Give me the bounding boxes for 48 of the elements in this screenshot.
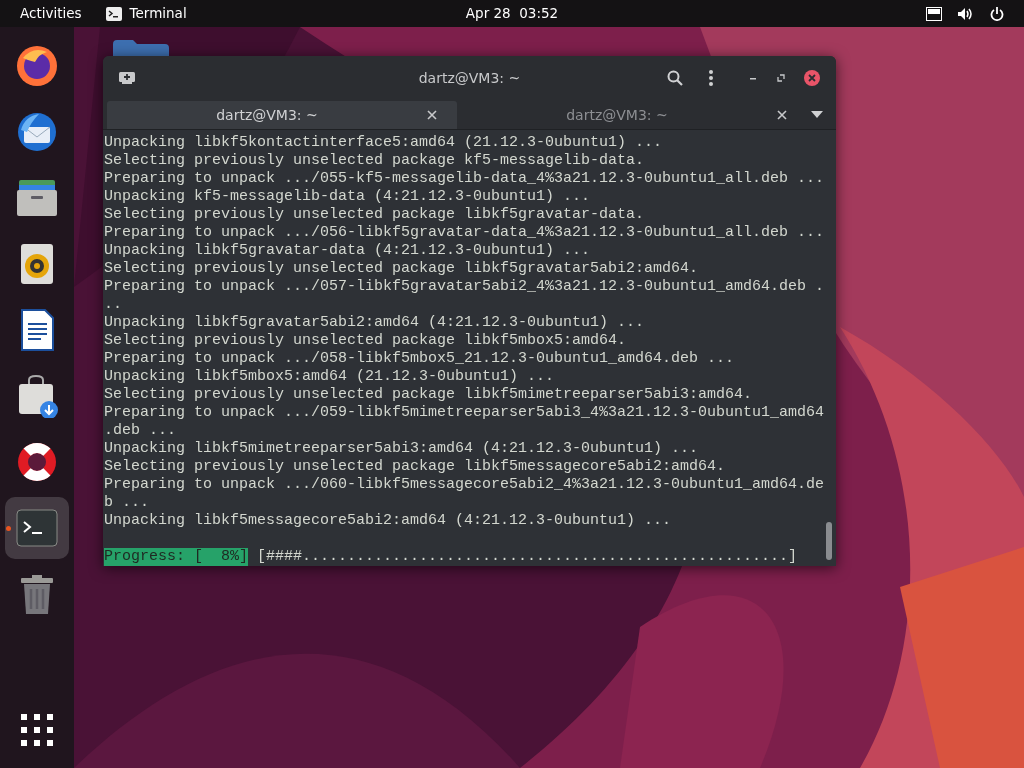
terminal-line: Unpacking libkf5mbox5:amd64 (21.12.3-0ubuntu1) ... <box>104 368 556 386</box>
terminal-line: Unpacking libkf5messagecore5abi2:amd64 (4:21.12.3-0ubuntu1) ... <box>104 512 673 530</box>
power-icon[interactable] <box>990 6 1004 21</box>
dropdown-icon[interactable] <box>811 111 823 118</box>
terminal-icon <box>105 6 122 21</box>
bird-icon <box>15 110 59 154</box>
lifebuoy-icon <box>15 440 59 484</box>
volume-icon[interactable] <box>958 6 974 21</box>
close-icon[interactable] <box>804 70 820 86</box>
terminal-line: Selecting previously unselected package kf5-messagelib-data. <box>104 152 646 170</box>
terminal-icon <box>15 506 59 550</box>
tab[interactable]: dartz@VM3: ~ <box>107 101 457 129</box>
terminal-line: .. <box>104 296 123 314</box>
terminal-line: Unpacking kf5-messagelib-data (4:21.12.3-0ubuntu1) ... <box>104 188 592 206</box>
terminal-line: Preparing to unpack .../060-libkf5messagecore5abi2_4%3a21.12.3-0ubuntu1_amd64.de <box>104 476 826 494</box>
tab-close-icon[interactable] <box>777 110 787 120</box>
terminal-line: Preparing to unpack .../058-libkf5mbox5_21.12.3-0ubuntu1_amd64.deb ... <box>104 350 736 368</box>
terminal-line: Unpacking libkf5kontactinterface5:amd64 (21.12.3-0ubuntu1) ... <box>104 134 664 152</box>
network-icon[interactable] <box>926 6 942 21</box>
app-grid-icon[interactable] <box>21 714 53 746</box>
window-title: dartz@VM3: ~ <box>418 68 521 88</box>
terminal-line: .deb ... <box>104 422 177 440</box>
progress-bar-text: [####......................................................] <box>257 548 798 566</box>
menu-icon[interactable] <box>709 70 713 86</box>
terminal-line: Selecting previously unselected package libkf5gravatar5abi2:amd64. <box>104 260 700 278</box>
progress-label: Progress: [ 8%] <box>104 548 249 566</box>
terminal-line: Preparing to unpack .../059-libkf5mimetreeparser5abi3_4%3a21.12.3-0ubuntu1_amd64 <box>104 404 826 422</box>
terminal-line: Selecting previously unselected package libkf5mbox5:amd64. <box>104 332 628 350</box>
terminal-line: Preparing to unpack .../055-kf5-messagelib-data_4%3a21.12.3-0ubuntu1_all.deb ... <box>104 170 826 188</box>
terminal-line: Selecting previously unselected package libkf5gravatar-data. <box>104 206 646 224</box>
terminal-line: Selecting previously unselected package libkf5mimetreeparser5abi3:amd64. <box>104 386 754 404</box>
new-tab-icon[interactable] <box>119 71 135 85</box>
terminal-line: Unpacking libkf5gravatar-data (4:21.12.3-0ubuntu1) ... <box>104 242 592 260</box>
tab-close-icon[interactable] <box>427 110 437 120</box>
terminal-line: Unpacking libkf5gravatar5abi2:amd64 (4:21.12.3-0ubuntu1) ... <box>104 314 646 332</box>
search-icon[interactable] <box>667 70 683 86</box>
app-menu-label[interactable]: Terminal <box>129 3 187 24</box>
terminal-line: Selecting previously unselected package libkf5messagecore5abi2:amd64. <box>104 458 727 476</box>
maximize-icon[interactable] <box>777 74 785 82</box>
activities-button[interactable]: Activities <box>20 3 82 24</box>
terminal-line: Preparing to unpack .../056-libkf5gravatar-data_4%3a21.12.3-0ubuntu1_all.deb ... <box>104 224 826 242</box>
terminal-line: b ... <box>104 494 150 512</box>
terminal-line: Preparing to unpack .../057-libkf5gravatar5abi2_4%3a21.12.3-0ubuntu1_amd64.deb . <box>104 278 826 296</box>
terminal-line: Unpacking libkf5mimetreeparser5abi3:amd64 (4:21.12.3-0ubuntu1) ... <box>104 440 700 458</box>
clock[interactable]: Apr 28 03:52 <box>465 3 559 24</box>
tab[interactable]: dartz@VM3: ~ <box>457 101 807 129</box>
scrollbar-thumb[interactable] <box>826 522 832 560</box>
globe-icon <box>15 44 59 88</box>
